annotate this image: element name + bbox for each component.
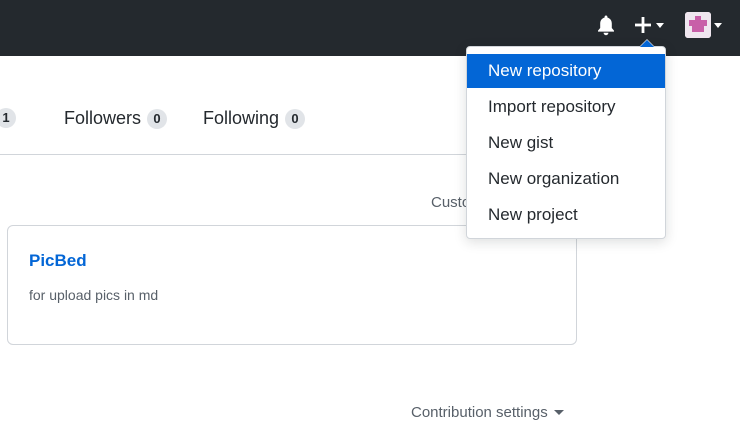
- pinned-repo-card: PicBed for upload pics in md: [7, 225, 577, 345]
- notifications-button[interactable]: [596, 14, 618, 36]
- menu-item-new-project[interactable]: New project: [467, 198, 665, 232]
- following-counter: 0: [285, 108, 306, 129]
- chevron-down-icon: [656, 22, 664, 28]
- contribution-settings-button[interactable]: Contribution settings: [411, 404, 564, 421]
- create-new-button[interactable]: [633, 13, 664, 37]
- chevron-down-icon: [714, 22, 722, 28]
- tab-followers[interactable]: Followers 0: [64, 108, 168, 129]
- tab-following-label: Following: [203, 108, 280, 128]
- repo-name-link[interactable]: PicBed: [29, 251, 87, 271]
- menu-item-new-gist[interactable]: New gist: [467, 126, 665, 160]
- tab-following[interactable]: Following 0: [203, 108, 306, 129]
- plus-icon: [635, 17, 651, 33]
- tab-followers-label: Followers: [64, 108, 142, 128]
- avatar-icon: [685, 12, 711, 38]
- customize-pins-link[interactable]: Custo: [431, 194, 470, 211]
- user-menu-button[interactable]: [685, 12, 722, 38]
- menu-item-import-repository[interactable]: Import repository: [467, 90, 665, 124]
- menu-item-new-organization[interactable]: New organization: [467, 162, 665, 196]
- contribution-settings-label: Contribution settings: [411, 404, 548, 421]
- create-new-dropdown: New repository Import repository New gis…: [466, 39, 666, 239]
- menu-item-new-repository[interactable]: New repository: [467, 54, 665, 88]
- followers-counter: 0: [147, 108, 168, 129]
- tab-partial[interactable]: 1: [0, 108, 16, 128]
- tab-partial-counter: 1: [0, 108, 16, 128]
- chevron-down-icon: [553, 410, 564, 415]
- repo-description: for upload pics in md: [29, 287, 159, 303]
- bell-icon: [598, 15, 614, 36]
